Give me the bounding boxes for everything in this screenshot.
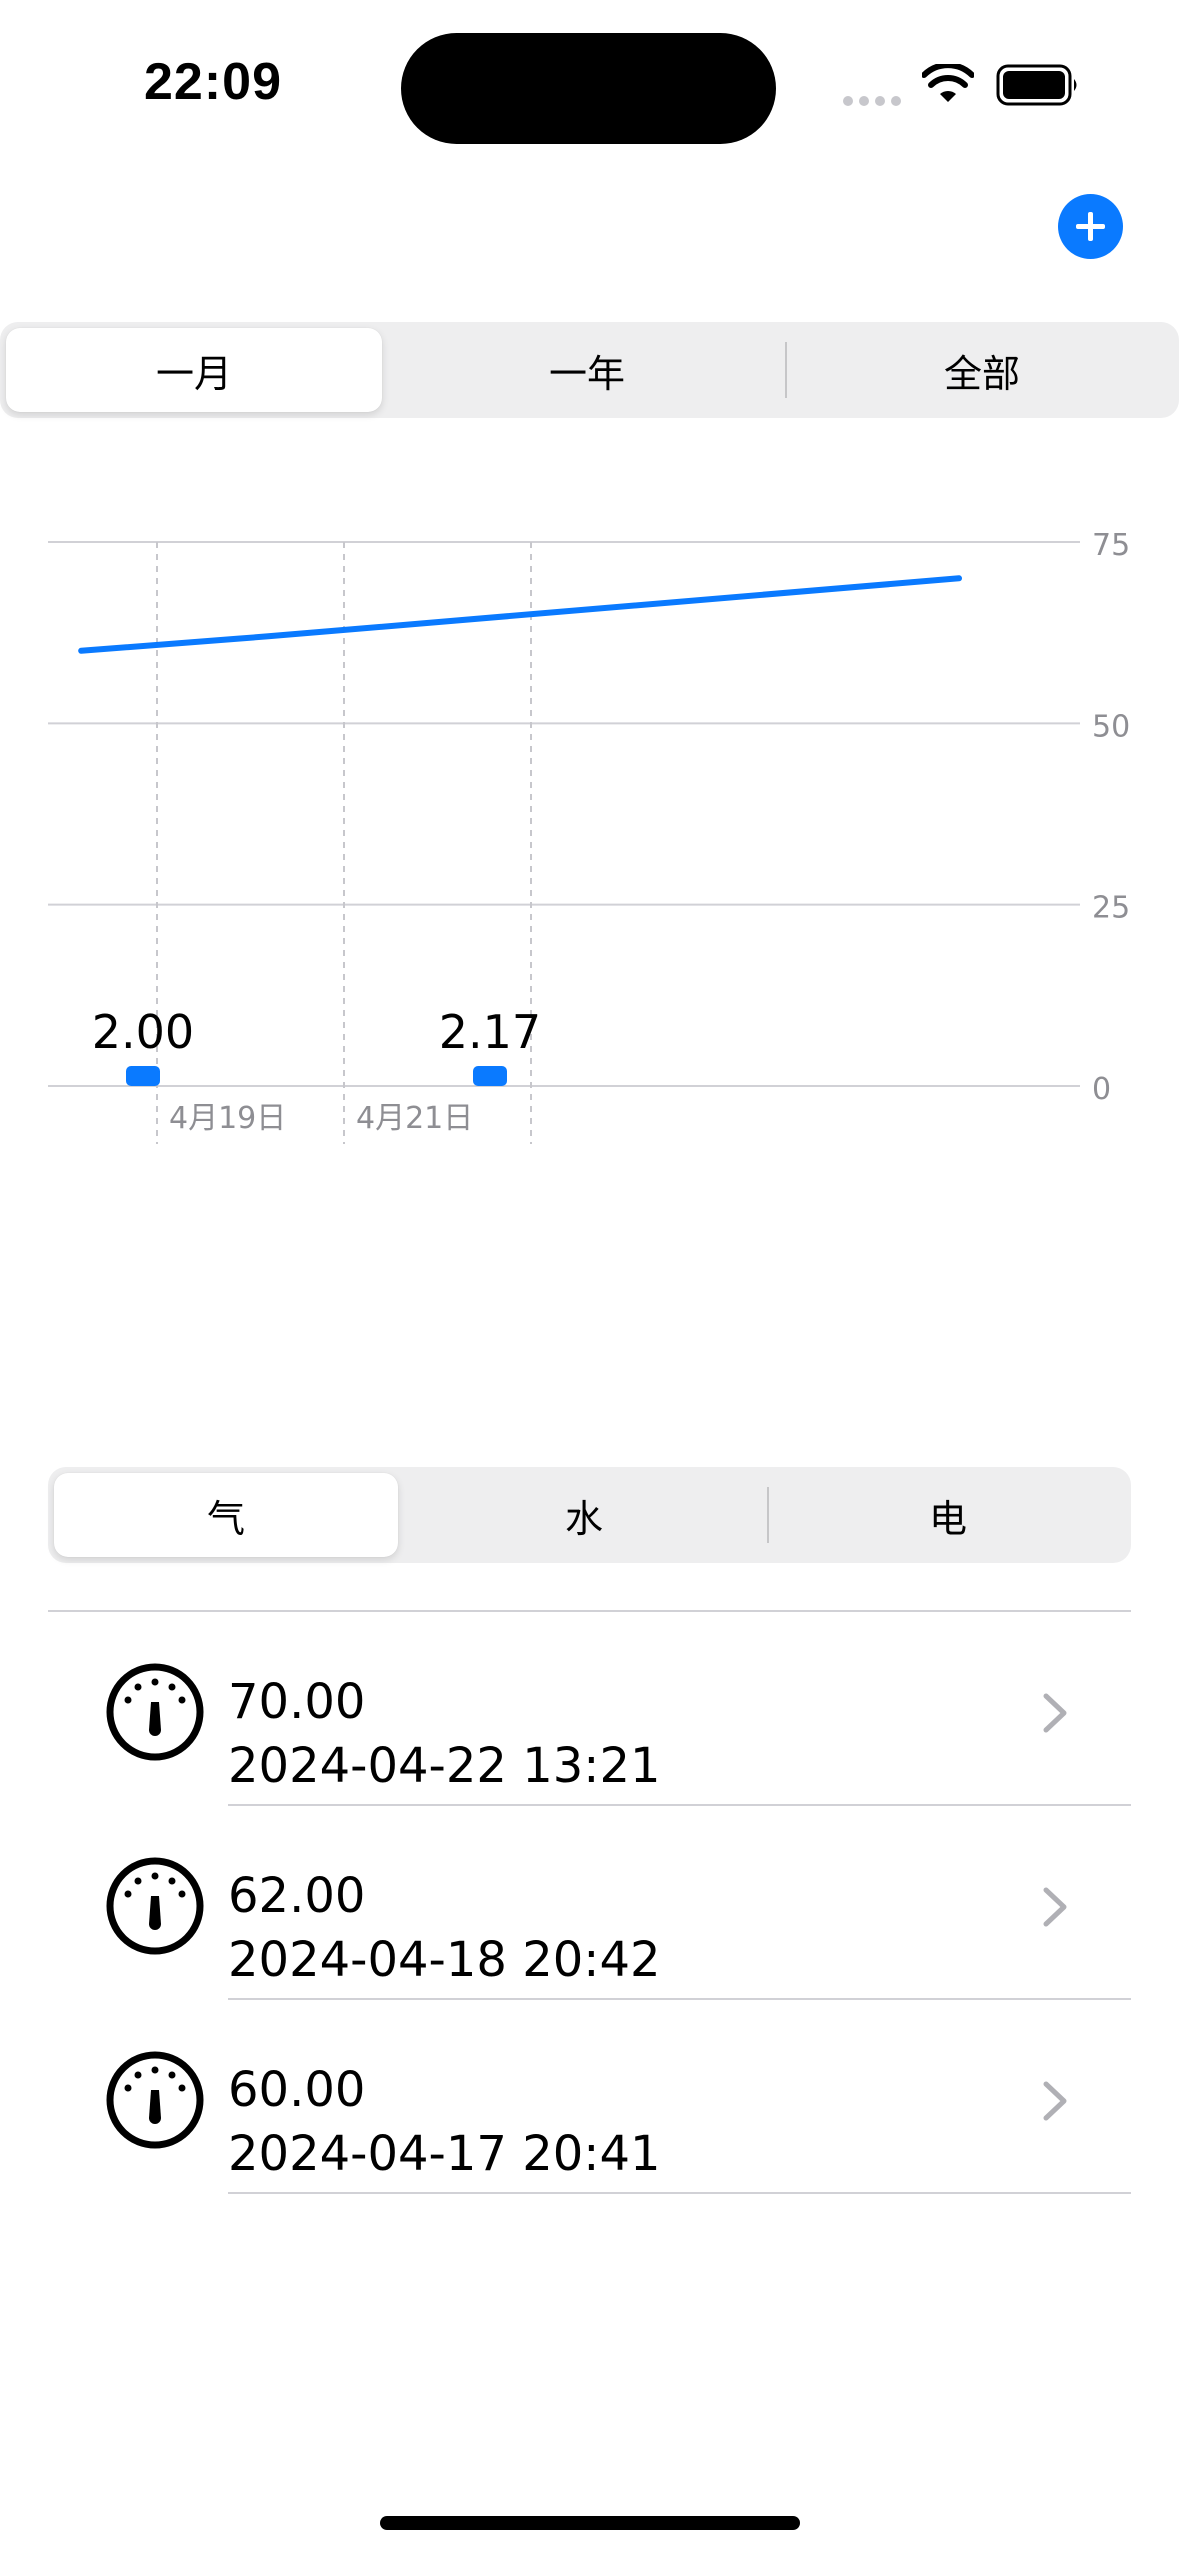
tab-all[interactable]: 全部 xyxy=(790,328,1174,412)
chevron-right-icon xyxy=(1043,1693,1067,1733)
tab-year[interactable]: 一年 xyxy=(392,328,782,412)
y-tick-label: 50 xyxy=(1092,709,1130,744)
tab-month[interactable]: 一月 xyxy=(6,328,382,412)
x-tick-label: 4月21日 xyxy=(356,1101,473,1136)
tab-electricity[interactable]: 电 xyxy=(772,1473,1124,1557)
list-item[interactable]: 70.00 2024-04-22 13:21 xyxy=(0,1612,1179,1806)
gauge-icon xyxy=(106,2051,204,2149)
y-tick-label: 75 xyxy=(1092,528,1130,563)
utility-segmented-control: 气 水 电 xyxy=(48,1467,1131,1563)
bar-value-label: 2.00 xyxy=(92,1005,194,1059)
chevron-right-icon xyxy=(1043,2081,1067,2121)
gauge-icon xyxy=(106,1663,204,1761)
y-tick-label: 25 xyxy=(1092,891,1130,926)
x-tick-label: 4月19日 xyxy=(169,1101,286,1136)
cellular-signal-icon xyxy=(843,96,903,106)
readings-list: 70.00 2024-04-22 13:21 62.00 2024-04-18 … xyxy=(0,1612,1179,2194)
y-tick-label: 0 xyxy=(1092,1072,1111,1107)
usage-bar xyxy=(126,1066,160,1086)
usage-chart: 75 50 25 0 4月19日 4月21日 2.00 2.17 xyxy=(0,480,1179,1440)
bar-value-label: 2.17 xyxy=(439,1005,541,1059)
series-line xyxy=(78,575,963,654)
add-reading-button[interactable] xyxy=(1058,194,1123,259)
period-segmented-control: 一月 一年 全部 xyxy=(0,322,1179,418)
reading-value: 60.00 xyxy=(228,2062,366,2118)
home-indicator xyxy=(380,2516,800,2530)
list-separator xyxy=(228,2192,1131,2194)
dynamic-island xyxy=(401,33,776,144)
segment-divider xyxy=(785,342,787,398)
status-time: 22:09 xyxy=(144,53,282,111)
list-item[interactable]: 62.00 2024-04-18 20:42 xyxy=(0,1806,1179,2000)
gauge-icon xyxy=(106,1857,204,1955)
reading-date: 2024-04-22 13:21 xyxy=(228,1738,661,1794)
reading-value: 62.00 xyxy=(228,1868,366,1924)
list-item[interactable]: 60.00 2024-04-17 20:41 xyxy=(0,2000,1179,2194)
tab-water[interactable]: 水 xyxy=(408,1473,760,1557)
chart-canvas: 75 50 25 0 4月19日 4月21日 2.00 2.17 xyxy=(48,528,1130,1144)
reading-date: 2024-04-18 20:42 xyxy=(228,1932,661,1988)
reading-date: 2024-04-17 20:41 xyxy=(228,2126,661,2182)
usage-bar xyxy=(473,1066,507,1086)
battery-icon xyxy=(996,64,1077,106)
tab-gas[interactable]: 气 xyxy=(54,1473,398,1557)
reading-value: 70.00 xyxy=(228,1674,366,1730)
segment-divider xyxy=(767,1487,769,1543)
wifi-icon xyxy=(922,64,974,102)
chevron-right-icon xyxy=(1043,1887,1067,1927)
